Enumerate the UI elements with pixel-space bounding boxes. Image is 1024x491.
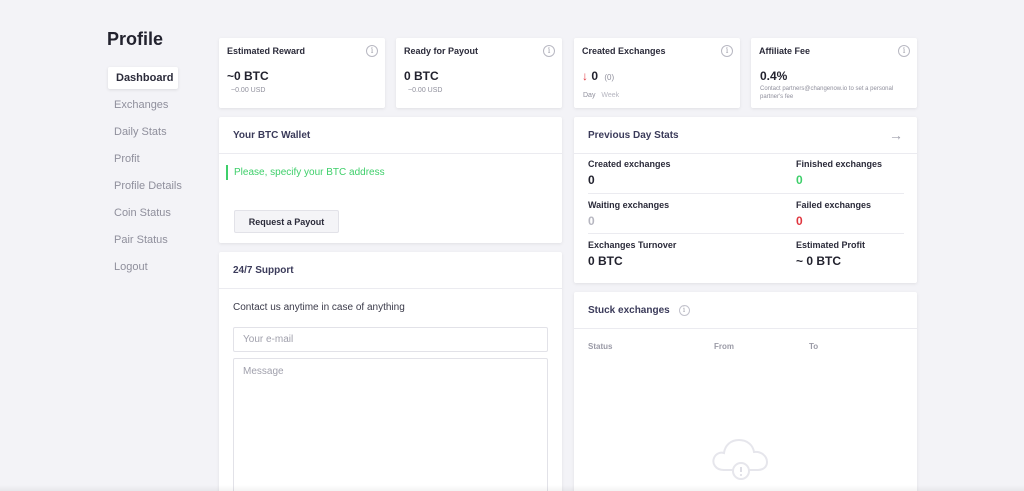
- wallet-address-message[interactable]: Please, specify your BTC address: [226, 165, 385, 180]
- waiting-exchanges-stat: Waiting exchanges 0: [588, 200, 669, 228]
- affiliate-fee-value: 0.4%: [760, 69, 788, 83]
- btc-wallet-card: Your BTC Wallet Please, specify your BTC…: [219, 117, 562, 243]
- previous-day-stats-card: Previous Day Stats → Created exchanges 0…: [574, 117, 917, 283]
- divider: [588, 233, 904, 234]
- info-icon[interactable]: i: [543, 45, 555, 57]
- bottom-fade: [0, 485, 1024, 491]
- ps-created-label: Created exchanges: [588, 159, 671, 169]
- estimated-reward-title: Estimated Reward: [227, 46, 306, 56]
- sidebar-item-dashboard[interactable]: Dashboard: [108, 67, 178, 89]
- support-title: 24/7 Support: [219, 252, 562, 289]
- exchanges-turnover-stat: Exchanges Turnover 0 BTC: [588, 240, 676, 268]
- sidebar: Dashboard Exchanges Daily Stats Profit P…: [108, 67, 204, 283]
- sidebar-item-profile-details[interactable]: Profile Details: [108, 175, 204, 197]
- estimated-reward-card: Estimated Reward i ~0 BTC ~0.00 USD: [219, 38, 385, 108]
- request-payout-button[interactable]: Request a Payout: [234, 210, 339, 233]
- sidebar-item-pair-status[interactable]: Pair Status: [108, 229, 204, 251]
- previous-day-stats-title: Previous Day Stats: [588, 130, 679, 141]
- finished-exchanges-stat: Finished exchanges 0: [796, 159, 882, 187]
- arrow-down-icon: ↓: [582, 69, 588, 83]
- ps-finished-value: 0: [796, 173, 803, 187]
- ready-for-payout-usd: ~0.00 USD: [408, 87, 443, 94]
- support-text: Contact us anytime in case of anything: [233, 302, 405, 313]
- estimated-profit-stat: Estimated Profit ~ 0 BTC: [796, 240, 865, 268]
- previous-day-stats-header: Previous Day Stats →: [574, 117, 917, 154]
- arrow-right-icon[interactable]: →: [889, 117, 903, 154]
- column-from: From: [714, 342, 734, 351]
- ps-turnover-label: Exchanges Turnover: [588, 240, 677, 250]
- sidebar-item-daily-stats[interactable]: Daily Stats: [108, 121, 204, 143]
- created-exchanges-card: Created Exchanges i ↓ 0 (0) Day Week: [574, 38, 740, 108]
- page-title: Profile: [107, 29, 164, 49]
- ready-for-payout-card: Ready for Payout i 0 BTC ~0.00 USD: [396, 38, 562, 108]
- stuck-exchanges-title: Stuck exchanges: [588, 305, 670, 316]
- created-exchanges-stat: Created exchanges 0: [588, 159, 671, 187]
- ps-turnover-value: 0 BTC: [588, 254, 623, 268]
- email-field[interactable]: [233, 327, 548, 352]
- ps-waiting-value: 0: [588, 214, 595, 228]
- divider: [588, 193, 904, 194]
- stuck-exchanges-card: Stuck exchanges i Status From To: [574, 292, 917, 491]
- created-exchanges-number: 0: [591, 69, 599, 83]
- btc-wallet-title: Your BTC Wallet: [219, 117, 562, 154]
- sidebar-item-exchanges[interactable]: Exchanges: [108, 94, 204, 116]
- sidebar-item-coin-status[interactable]: Coin Status: [108, 202, 204, 224]
- support-card: 24/7 Support Contact us anytime in case …: [219, 252, 562, 491]
- ps-profit-label: Estimated Profit: [796, 240, 866, 250]
- ps-waiting-label: Waiting exchanges: [588, 200, 670, 210]
- estimated-reward-value: ~0 BTC: [227, 69, 269, 83]
- affiliate-fee-card: Affiliate Fee i 0.4% Contact partners@ch…: [751, 38, 917, 108]
- info-icon[interactable]: i: [898, 45, 910, 57]
- period-week[interactable]: Week: [601, 92, 619, 99]
- ps-finished-label: Finished exchanges: [796, 159, 883, 169]
- cloud-info-icon: [712, 438, 769, 480]
- ps-failed-label: Failed exchanges: [796, 200, 872, 210]
- info-icon[interactable]: i: [678, 304, 690, 316]
- info-icon[interactable]: i: [366, 45, 378, 57]
- sidebar-item-logout[interactable]: Logout: [108, 256, 204, 278]
- created-exchanges-title: Created Exchanges: [582, 46, 666, 56]
- ready-for-payout-value: 0 BTC: [404, 69, 439, 83]
- column-status: Status: [588, 342, 613, 351]
- ps-profit-value: ~ 0 BTC: [796, 254, 842, 268]
- created-exchanges-value: ↓ 0 (0): [582, 69, 614, 83]
- stuck-exchanges-header: Stuck exchanges i: [574, 292, 917, 329]
- info-icon[interactable]: i: [721, 45, 733, 57]
- ps-failed-value: 0: [796, 214, 803, 228]
- affiliate-fee-note: Contact partners@changenow.io to set a p…: [760, 86, 894, 100]
- affiliate-fee-title: Affiliate Fee: [759, 46, 811, 56]
- ready-for-payout-title: Ready for Payout: [404, 46, 479, 56]
- created-exchanges-count: (0): [604, 73, 615, 82]
- column-to: To: [809, 342, 819, 351]
- period-day[interactable]: Day: [583, 92, 595, 99]
- failed-exchanges-stat: Failed exchanges 0: [796, 200, 871, 228]
- message-field[interactable]: [233, 358, 548, 491]
- period-switch: Day Week: [583, 92, 619, 99]
- ps-created-value: 0: [588, 173, 595, 187]
- estimated-reward-usd: ~0.00 USD: [231, 87, 266, 94]
- sidebar-item-profit[interactable]: Profit: [108, 148, 204, 170]
